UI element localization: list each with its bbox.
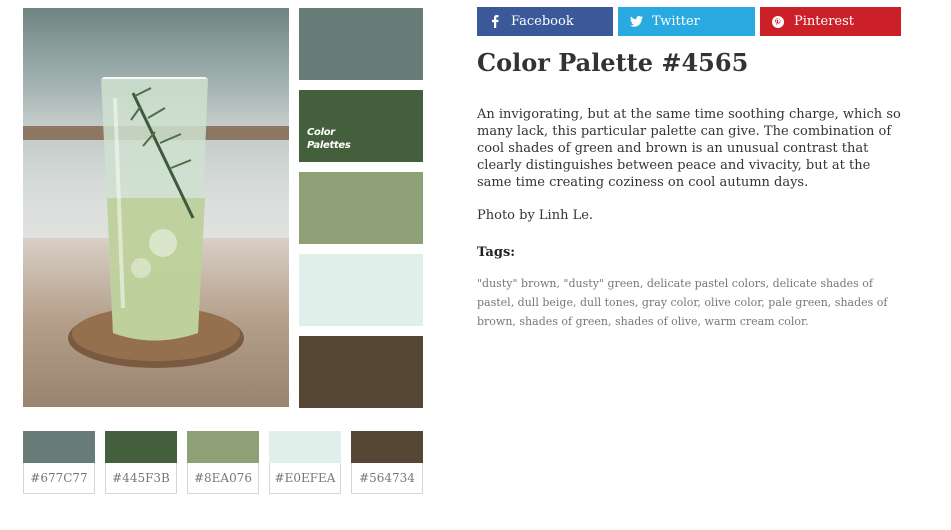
twitter-icon: [628, 16, 644, 27]
color-chip-2[interactable]: #445F3B: [105, 431, 177, 494]
pinterest-label: Pinterest: [794, 14, 854, 29]
chip-hex: #564734: [351, 463, 423, 494]
swatch-large-1: [299, 8, 423, 80]
swatch-large-4: [299, 254, 423, 326]
tags-list[interactable]: "dusty" brown, "dusty" green, delicate p…: [477, 274, 907, 331]
chip-color: [269, 431, 341, 463]
swatch-large-3: [299, 172, 423, 244]
twitter-label: Twitter: [652, 14, 700, 29]
chip-color: [351, 431, 423, 463]
page-title: Color Palette #4565: [477, 48, 749, 77]
color-chip-5[interactable]: #564734: [351, 431, 423, 494]
facebook-icon: [487, 15, 503, 28]
chip-color: [105, 431, 177, 463]
facebook-share-button[interactable]: Facebook: [477, 7, 613, 36]
color-chip-3[interactable]: #8EA076: [187, 431, 259, 494]
color-chip-1[interactable]: #677C77: [23, 431, 95, 494]
tags-heading: Tags:: [477, 245, 516, 260]
twitter-share-button[interactable]: Twitter: [618, 7, 755, 36]
color-palettes-logo: Color Palettes: [307, 127, 351, 151]
chip-hex: #E0EFEA: [269, 463, 341, 494]
chip-color: [23, 431, 95, 463]
facebook-label: Facebook: [511, 14, 574, 29]
chip-color: [187, 431, 259, 463]
chip-hex: #445F3B: [105, 463, 177, 494]
photo-credit: Photo by Linh Le.: [477, 208, 594, 223]
chip-hex: #677C77: [23, 463, 95, 494]
color-chip-4[interactable]: #E0EFEA: [269, 431, 341, 494]
pinterest-share-button[interactable]: Pinterest: [760, 7, 901, 36]
swatch-large-2: Color Palettes: [299, 90, 423, 162]
palette-description: An invigorating, but at the same time so…: [477, 107, 901, 190]
pinterest-icon: [770, 15, 786, 28]
palette-photo: [23, 8, 289, 407]
glass-illustration: [68, 77, 244, 368]
chip-hex: #8EA076: [187, 463, 259, 494]
swatch-large-5: [299, 336, 423, 408]
